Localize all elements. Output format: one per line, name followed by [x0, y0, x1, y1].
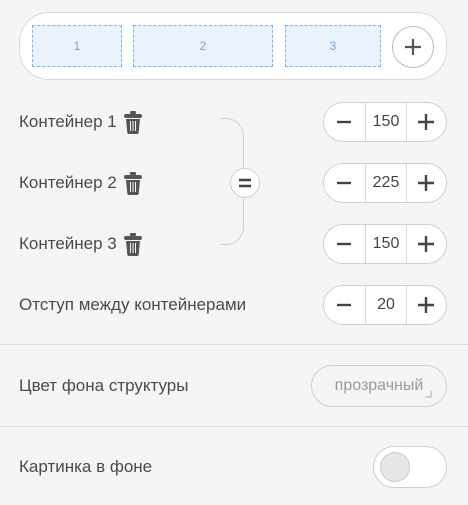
- plus-icon: [405, 39, 421, 55]
- preview-cell-3[interactable]: 3: [285, 25, 381, 67]
- plus-icon: [418, 175, 434, 191]
- background-image-toggle[interactable]: [373, 446, 447, 488]
- container-3-stepper: 150: [323, 224, 447, 264]
- minus-icon: [337, 303, 351, 307]
- structure-preview: 1 2 3: [19, 12, 447, 80]
- plus-icon: [418, 114, 434, 130]
- container-2-value[interactable]: 225: [365, 164, 407, 202]
- gap-stepper: 20: [323, 285, 447, 325]
- gap-row: Отступ между контейнерами: [19, 293, 246, 317]
- decrement-button[interactable]: [324, 286, 364, 324]
- container-1-row: Контейнер 1: [19, 110, 143, 134]
- increment-button[interactable]: [406, 103, 446, 141]
- background-color-field[interactable]: прозрачный: [311, 365, 447, 407]
- trash-icon[interactable]: [123, 232, 143, 256]
- preview-cell-label: 3: [329, 39, 337, 53]
- container-1-value[interactable]: 150: [365, 103, 407, 141]
- decrement-button[interactable]: [324, 164, 364, 202]
- section-divider: [0, 426, 468, 427]
- trash-icon[interactable]: [123, 110, 143, 134]
- container-3-label: Контейнер 3: [19, 234, 117, 253]
- preview-cell-label: 1: [73, 39, 81, 53]
- container-3-value[interactable]: 150: [365, 225, 407, 263]
- container-1-stepper: 150: [323, 102, 447, 142]
- background-image-row: Картинка в фоне: [19, 455, 152, 479]
- trash-icon[interactable]: [123, 171, 143, 195]
- plus-icon: [418, 236, 434, 252]
- minus-icon: [337, 120, 351, 124]
- plus-icon: [418, 297, 434, 313]
- background-image-label: Картинка в фоне: [19, 457, 153, 476]
- container-3-row: Контейнер 3: [19, 232, 143, 256]
- increment-button[interactable]: [406, 225, 446, 263]
- increment-button[interactable]: [406, 164, 446, 202]
- background-color-label: Цвет фона структуры: [19, 376, 189, 395]
- background-color-value: прозрачный: [334, 377, 424, 394]
- resize-handle-icon: [425, 391, 432, 398]
- minus-icon: [337, 242, 351, 246]
- gap-label: Отступ между контейнерами: [19, 295, 247, 314]
- preview-cell-1[interactable]: 1: [32, 25, 122, 67]
- container-2-stepper: 225: [323, 163, 447, 203]
- toggle-knob: [380, 452, 410, 482]
- increment-button[interactable]: [406, 286, 446, 324]
- container-2-row: Контейнер 2: [19, 171, 143, 195]
- section-divider: [0, 344, 468, 345]
- preview-cell-label: 2: [199, 39, 207, 53]
- gap-value[interactable]: 20: [365, 286, 407, 324]
- preview-cell-2[interactable]: 2: [133, 25, 273, 67]
- decrement-button[interactable]: [324, 103, 364, 141]
- equals-icon: [239, 178, 251, 188]
- equalize-button[interactable]: [230, 168, 260, 198]
- add-container-button[interactable]: [392, 26, 434, 68]
- minus-icon: [337, 181, 351, 185]
- decrement-button[interactable]: [324, 225, 364, 263]
- container-1-label: Контейнер 1: [19, 112, 117, 131]
- container-2-label: Контейнер 2: [19, 173, 117, 192]
- background-color-row: Цвет фона структуры: [19, 374, 188, 398]
